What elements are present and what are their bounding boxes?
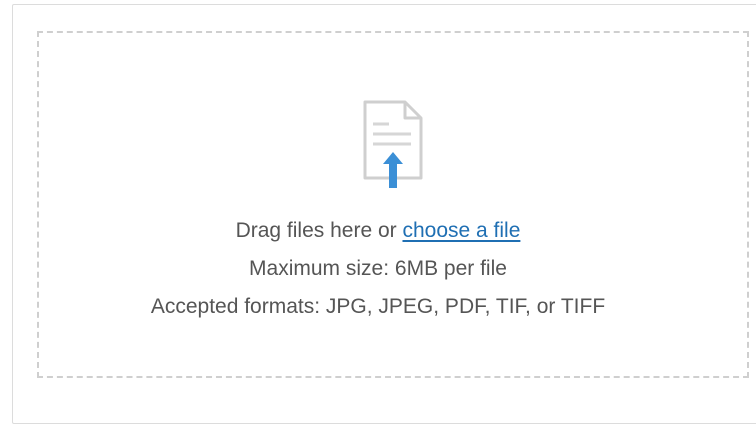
max-size-text: Maximum size: 6MB per file — [249, 257, 507, 280]
drag-prompt: Drag files here or choose a file — [0, 218, 756, 244]
choose-file-link[interactable]: choose a file — [402, 219, 520, 242]
accepted-formats-text: Accepted formats: JPG, JPEG, PDF, TIF, o… — [150, 295, 606, 318]
document-upload-icon — [363, 100, 423, 188]
drag-prompt-text: Drag files here or — [235, 219, 403, 242]
file-dropzone[interactable] — [37, 31, 749, 378]
